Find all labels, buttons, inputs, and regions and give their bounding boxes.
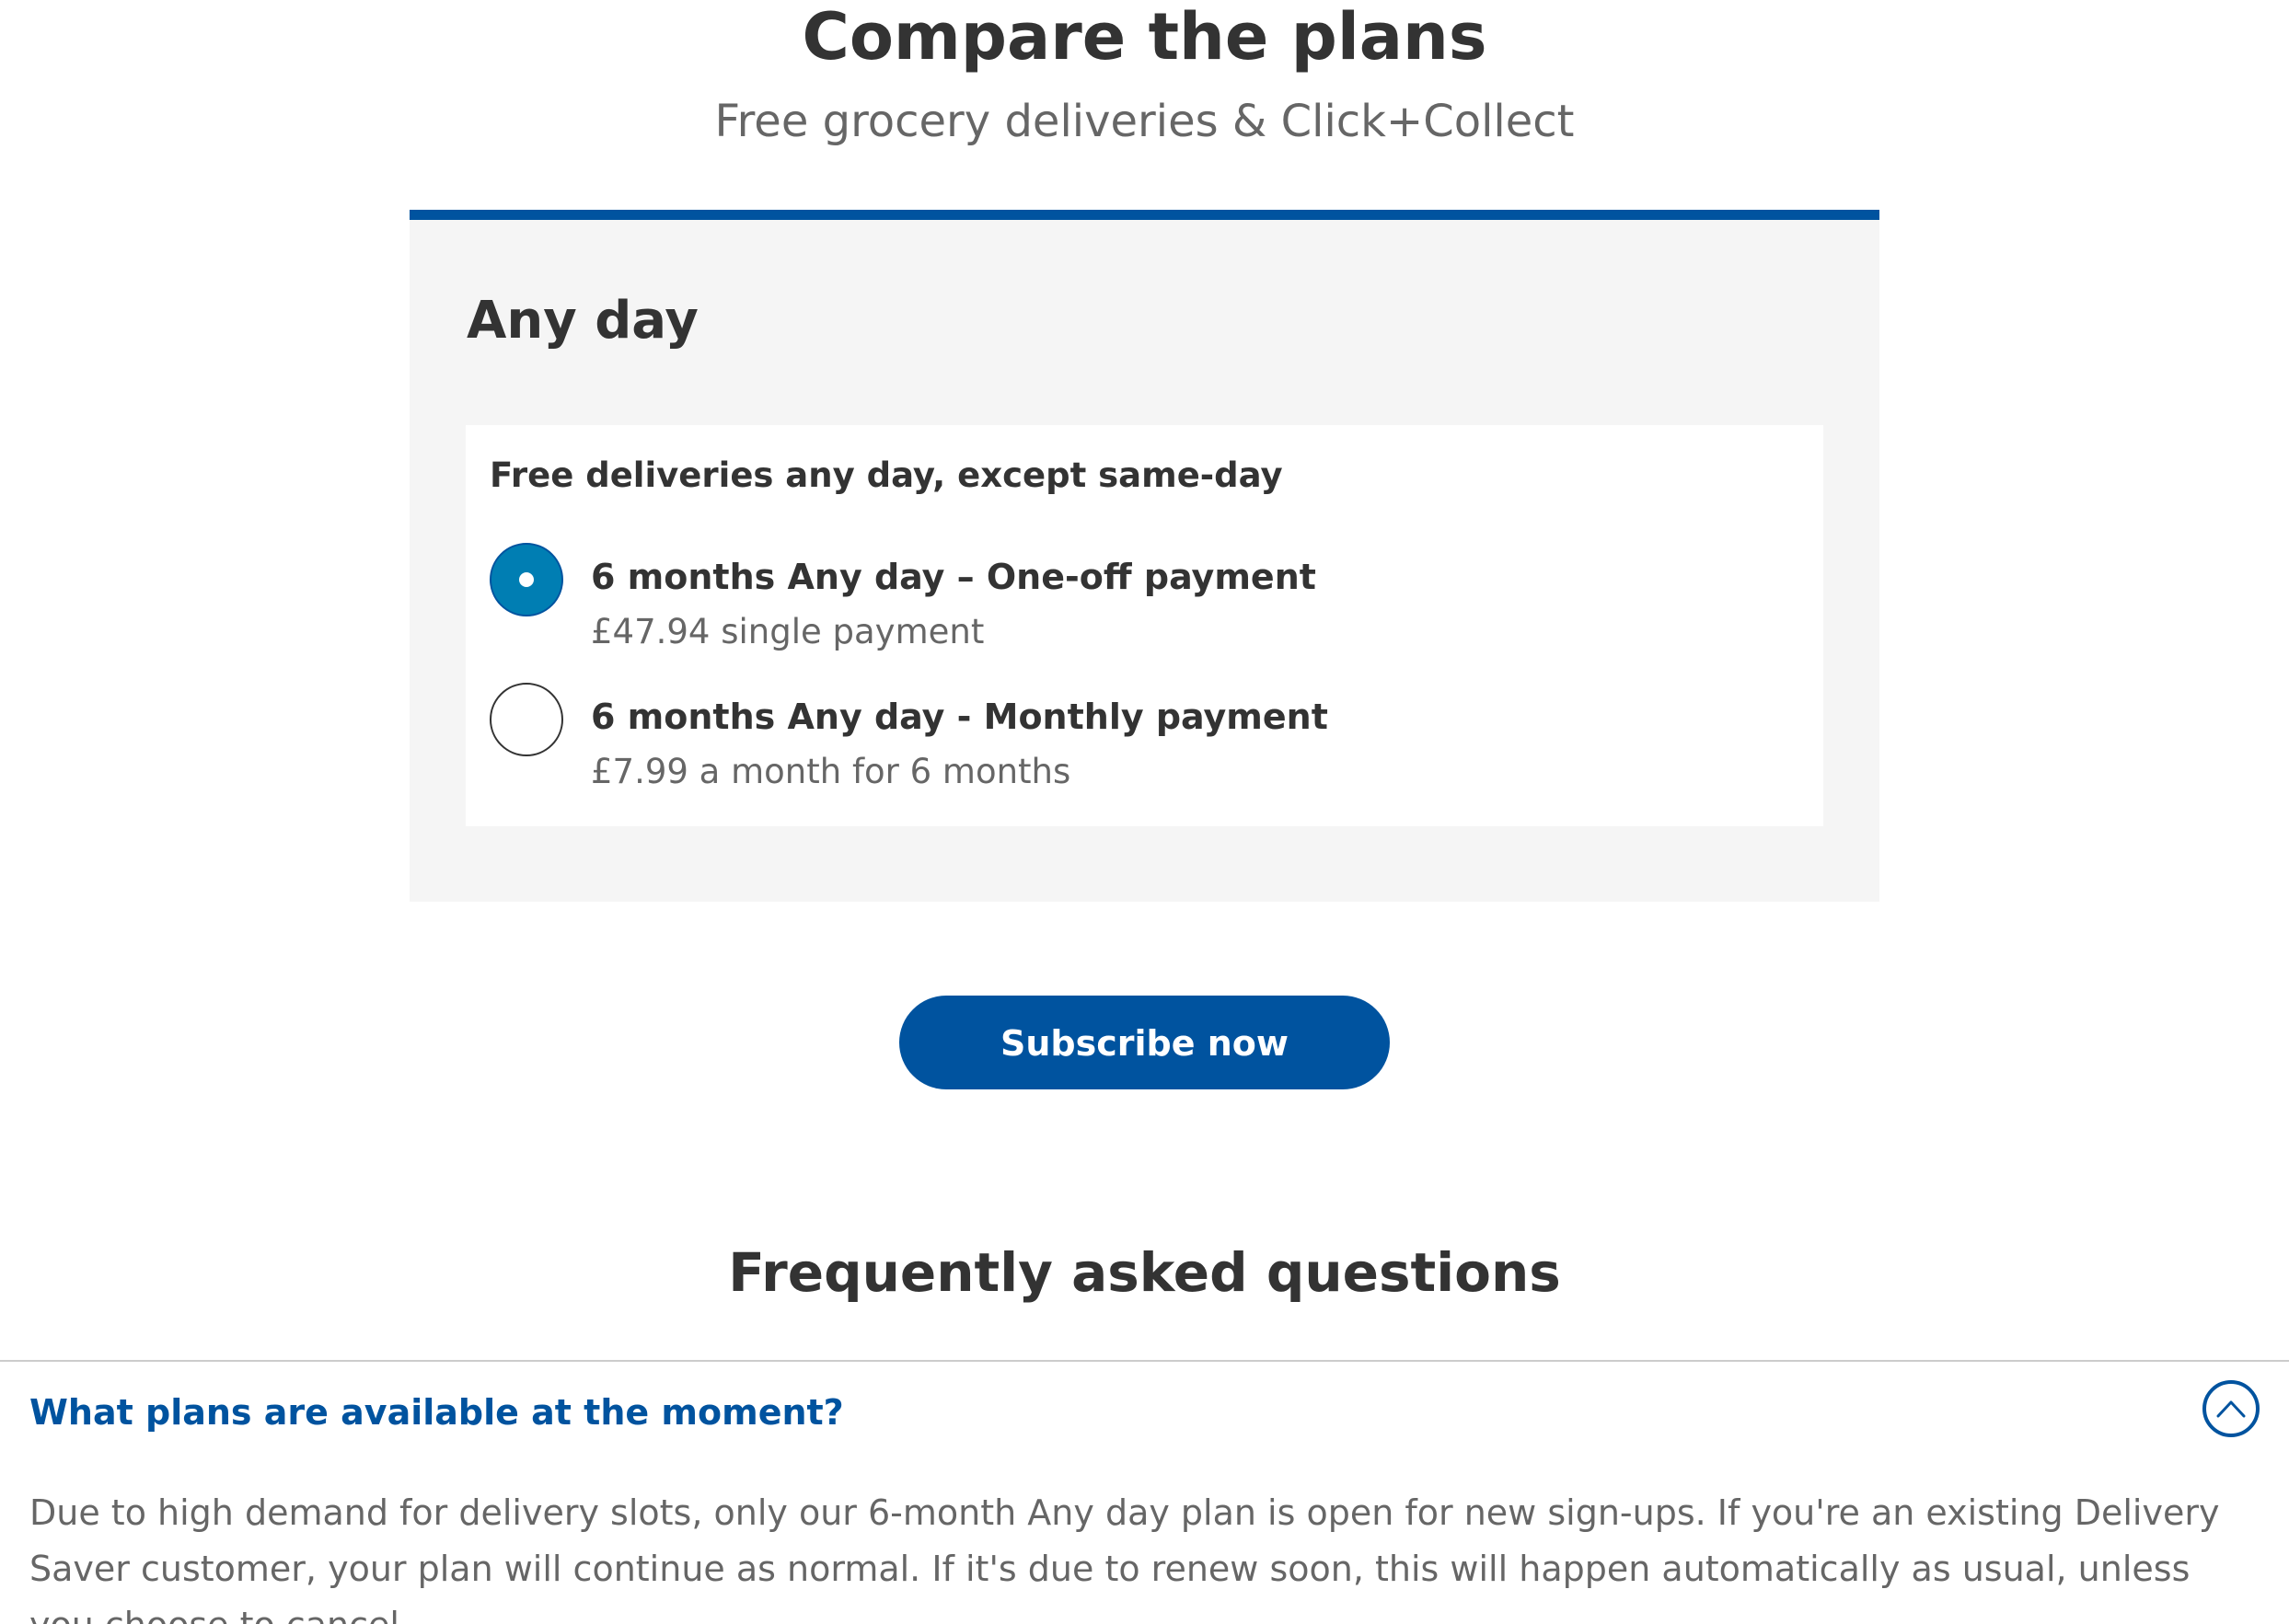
faq-divider [0, 1360, 2289, 1362]
faq-answer: Due to high demand for delivery slots, o… [29, 1492, 2220, 1624]
plan-heading: Any day [467, 291, 699, 351]
subscribe-button[interactable]: Subscribe now [899, 996, 1390, 1089]
option-title: 6 months Any day – One-off payment [591, 557, 1316, 597]
faq-title: Frequently asked questions [728, 1241, 1561, 1304]
faq-toggle-button[interactable] [2202, 1380, 2260, 1437]
radio-one-off-selected[interactable] [490, 543, 563, 616]
plan-panel: Any day Free deliveries any day, except … [410, 210, 1879, 902]
option-price: £7.99 a month for 6 months [591, 752, 1071, 791]
plan-options-card: Free deliveries any day, except same-day… [466, 425, 1823, 826]
options-heading: Free deliveries any day, except same-day [490, 455, 1283, 495]
page-title: Compare the plans [802, 0, 1487, 75]
chevron-up-icon [2216, 1400, 2246, 1418]
plan-option-one-off[interactable]: 6 months Any day – One-off payment £47.9… [490, 543, 1797, 672]
radio-monthly[interactable] [490, 683, 563, 756]
plan-option-monthly[interactable]: 6 months Any day - Monthly payment £7.99… [490, 683, 1797, 812]
page: Compare the plans Free grocery deliverie… [0, 0, 2289, 1624]
option-price: £47.94 single payment [591, 612, 985, 651]
option-title: 6 months Any day - Monthly payment [591, 697, 1328, 737]
page-subtitle: Free grocery deliveries & Click+Collect [714, 96, 1575, 147]
faq-question[interactable]: What plans are available at the moment? [29, 1385, 844, 1440]
